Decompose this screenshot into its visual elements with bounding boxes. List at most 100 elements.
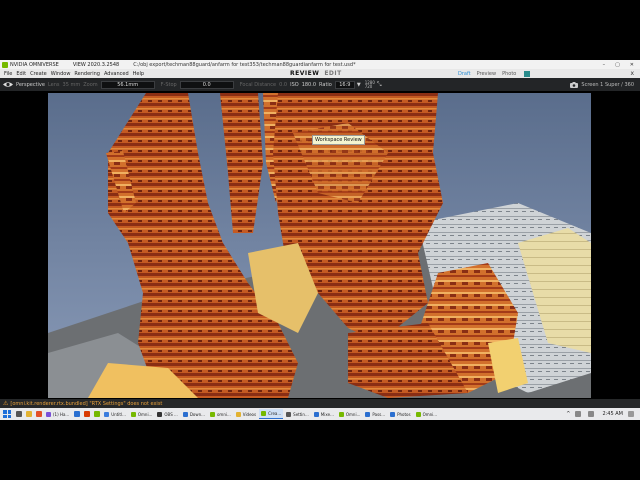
search-icon[interactable] xyxy=(16,411,22,417)
volume-icon[interactable] xyxy=(588,411,595,417)
workspace-tooltip: Workspace Review xyxy=(312,135,365,145)
menu-help[interactable]: Help xyxy=(131,71,146,77)
file-path: C:/obj export/techman88guard/anfarm for … xyxy=(133,61,356,68)
file-explorer-icon[interactable] xyxy=(26,411,32,417)
taskbar-item-label: Settin... xyxy=(293,411,309,417)
menu-rendering[interactable]: Rendering xyxy=(72,71,102,77)
render-mode-tabs: Draft Preview Photo xyxy=(458,69,531,78)
menu-file[interactable]: File xyxy=(0,71,14,77)
vscode-icon[interactable] xyxy=(74,411,81,417)
taskbar-item[interactable]: Crea... xyxy=(259,409,284,419)
app-icon xyxy=(157,411,163,417)
workspace-tabs: REVIEW EDIT xyxy=(290,69,342,78)
nvidia-logo-icon xyxy=(2,61,8,68)
warning-icon: ⚠ xyxy=(3,400,9,407)
app-icon xyxy=(286,411,292,417)
taskbar-item[interactable]: OBS ... xyxy=(155,409,179,419)
ratio-dropdown-icon[interactable]: ▼ xyxy=(357,82,361,88)
lens-label: Lens xyxy=(47,81,60,88)
status-bar: ⚠ [omni.kit.renderer.rtx.bundled] "RTX S… xyxy=(0,399,640,408)
app-icon xyxy=(182,411,188,417)
start-button[interactable] xyxy=(3,410,11,418)
status-warning-text: [omni.kit.renderer.rtx.bundled] "RTX Set… xyxy=(10,400,163,407)
taskbar-item-label: Photos xyxy=(397,411,411,417)
fstop-label: F-Stop xyxy=(160,81,177,88)
office-icon[interactable] xyxy=(84,411,91,417)
layout-icon[interactable] xyxy=(524,70,531,77)
ratio-label: Ratio xyxy=(319,81,332,88)
taskbar-item-pinned[interactable]: (1) Ha... xyxy=(44,409,71,419)
focal-distance-field[interactable]: 0.0 xyxy=(279,82,287,88)
taskbar-item[interactable]: omni... xyxy=(208,409,233,419)
notifications-icon[interactable] xyxy=(628,411,634,417)
taskbar-item-label: (1) Ha... xyxy=(53,411,70,417)
app-icon xyxy=(46,411,51,417)
minimize-button[interactable]: – xyxy=(603,62,606,68)
taskbar-item[interactable]: Photos xyxy=(388,409,413,419)
tab-preview[interactable]: Preview xyxy=(477,71,496,77)
nvidia-icon[interactable] xyxy=(94,411,101,417)
zoom-label: Zoom xyxy=(83,81,98,88)
menu-create[interactable]: Create xyxy=(28,71,49,77)
taskbar-item[interactable]: Settin... xyxy=(284,409,311,419)
tab-photo[interactable]: Photo xyxy=(502,71,516,77)
camera-icon[interactable] xyxy=(570,81,579,88)
taskbar-item-label: Videos xyxy=(242,411,257,417)
network-icon[interactable] xyxy=(575,411,582,417)
tray-chevron-icon[interactable]: ^ xyxy=(566,411,570,417)
taskbar-item[interactable]: Omni... xyxy=(129,409,155,419)
taskbar-item-label: Pass... xyxy=(372,411,386,417)
taskbar-item[interactable]: Pass... xyxy=(363,409,387,419)
fstop-field[interactable]: 0.0 xyxy=(179,80,234,89)
clock[interactable]: 2:45 AM xyxy=(602,411,623,417)
menu-advanced[interactable]: Advanced xyxy=(102,71,131,77)
taskbar-item-label: Down... xyxy=(189,411,205,417)
taskbar-item[interactable]: Down... xyxy=(181,409,207,419)
app-icon xyxy=(235,411,241,417)
taskbar-items: Untitl... Omni... OBS ... Down... omni... Vid… xyxy=(102,409,440,419)
brave-icon[interactable] xyxy=(36,411,42,417)
app-icon xyxy=(313,411,319,417)
ratio-field[interactable]: 16:9 xyxy=(334,80,355,89)
taskbar-item[interactable]: Videos xyxy=(234,409,258,419)
taskbar-item[interactable]: Untitl... xyxy=(102,409,128,419)
camera-mode[interactable]: Perspective xyxy=(16,82,45,88)
taskbar-item[interactable]: Mixe... xyxy=(312,409,336,419)
resolution-height: 720 xyxy=(364,83,373,89)
taskbar-item-label: Untitl... xyxy=(111,411,126,417)
screen-selector[interactable]: Screen 1 Super / 360 xyxy=(581,82,634,88)
taskbar-item[interactable]: Omni... xyxy=(414,409,440,419)
app-icon xyxy=(365,411,371,417)
menu-window[interactable]: Window xyxy=(49,71,73,77)
tab-edit[interactable]: EDIT xyxy=(324,70,341,77)
zoom-field[interactable]: 56.1mm xyxy=(100,80,155,89)
focal-length[interactable]: 35 mm xyxy=(63,82,81,88)
menu-bar: File Edit Create Window Rendering Advanc… xyxy=(0,69,640,78)
panel-close-button[interactable]: x xyxy=(630,69,634,78)
close-window-button[interactable]: ✕ xyxy=(630,62,634,68)
app-icon xyxy=(338,411,344,417)
focal-distance-label: Focal Distance xyxy=(239,81,277,88)
system-tray: ^ 2:45 AM xyxy=(566,411,640,417)
menu-edit[interactable]: Edit xyxy=(14,71,28,77)
taskbar-item[interactable]: Omni... xyxy=(337,409,363,419)
taskbar-item-label: Crea... xyxy=(268,411,282,416)
viewport-toolbar: Perspective Lens 35 mm Zoom 56.1mm F-Sto… xyxy=(0,78,640,91)
eye-icon[interactable] xyxy=(3,81,13,88)
windows-taskbar: (1) Ha... Untitl... Omni... OBS ... Down...… xyxy=(0,408,640,420)
omniverse-window: NVIDIA OMNIVERSE VIEW 2020.3.2548 C:/obj… xyxy=(0,60,640,420)
tab-draft[interactable]: Draft xyxy=(458,71,471,77)
app-icon xyxy=(390,411,396,417)
window-controls: – ▢ ✕ xyxy=(603,62,640,68)
taskbar-item-label: Mixe... xyxy=(320,411,334,417)
app-icon xyxy=(261,411,267,416)
maximize-button[interactable]: ▢ xyxy=(615,62,620,68)
view-version: VIEW 2020.3.2548 xyxy=(72,61,120,68)
iso-field[interactable]: 180.0 xyxy=(302,82,316,88)
taskbar-item-label: Omni... xyxy=(422,411,438,417)
tab-review[interactable]: REVIEW xyxy=(290,70,319,77)
resolution: 1280 720 xyxy=(364,80,375,89)
link-icon[interactable]: ⤡ xyxy=(377,81,382,89)
taskbar-item-label: omni... xyxy=(216,411,231,417)
iso-label: ISO xyxy=(290,81,299,88)
